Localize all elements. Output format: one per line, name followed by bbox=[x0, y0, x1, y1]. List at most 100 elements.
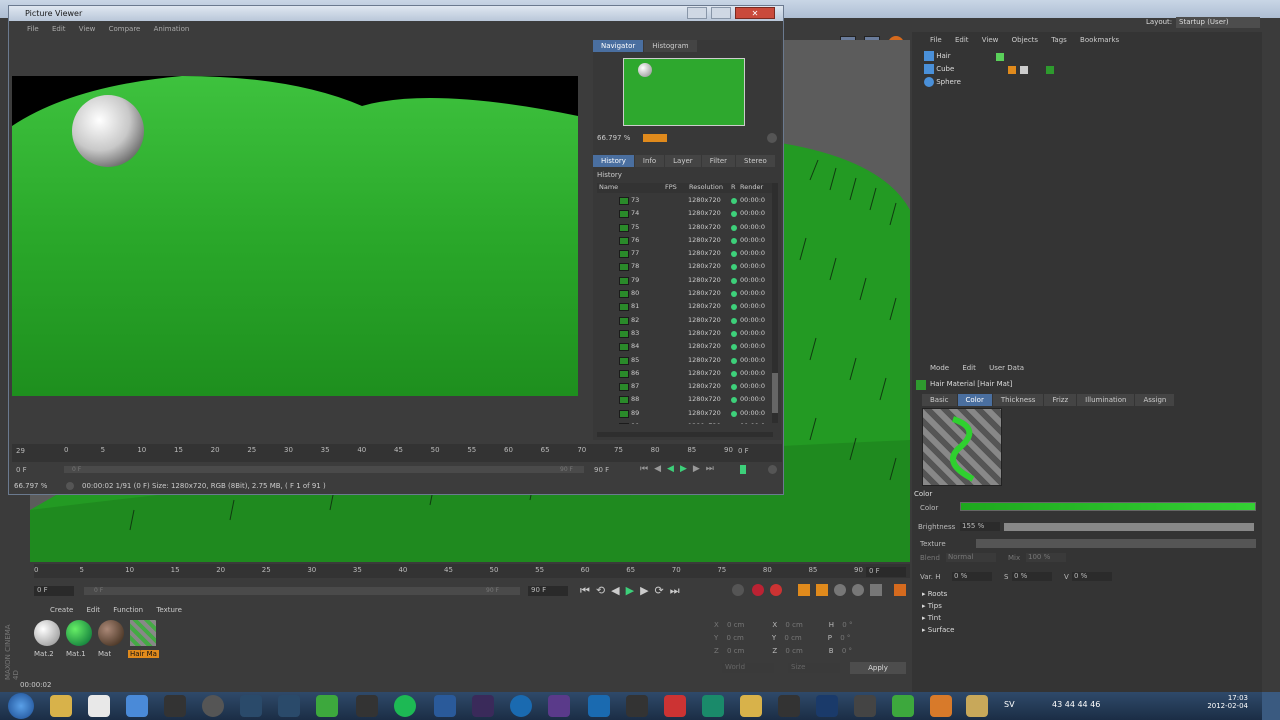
brightness-field[interactable]: 155 % bbox=[960, 522, 1000, 531]
status-zoom[interactable]: 66.797 % bbox=[14, 482, 47, 490]
column-resolution[interactable]: Resolution bbox=[689, 183, 723, 191]
position-z-field[interactable]: 0 cm bbox=[727, 647, 744, 655]
tab-color[interactable]: Color bbox=[957, 394, 992, 406]
history-row[interactable]: 79 1280x720 00:00:0 bbox=[593, 274, 769, 287]
explorer-icon[interactable] bbox=[50, 695, 72, 717]
tab-illumination[interactable]: Illumination bbox=[1077, 394, 1135, 406]
next-key-icon[interactable]: ⟳ bbox=[655, 584, 670, 597]
blend-dropdown[interactable]: Normal bbox=[946, 553, 996, 562]
texture-field[interactable] bbox=[976, 539, 1256, 548]
viewer-max-frame[interactable]: 90 F bbox=[594, 466, 609, 474]
calculator-icon[interactable] bbox=[164, 695, 186, 717]
app-icon[interactable] bbox=[740, 695, 762, 717]
object-row-cube[interactable]: Cube bbox=[918, 63, 1058, 76]
keyframe-selection-icon[interactable] bbox=[770, 584, 782, 596]
object-row-hair[interactable]: Hair bbox=[918, 50, 1058, 63]
tab-history[interactable]: History bbox=[593, 155, 634, 167]
app-icon[interactable] bbox=[356, 695, 378, 717]
app-icon[interactable] bbox=[892, 695, 914, 717]
app-icon[interactable] bbox=[626, 695, 648, 717]
go-end-icon[interactable]: ⏭ bbox=[706, 464, 720, 474]
section-surface[interactable]: ▸ Surface bbox=[922, 624, 954, 636]
zoom-slider[interactable] bbox=[643, 134, 667, 142]
attr-menu-mode[interactable]: Mode bbox=[930, 364, 949, 372]
position-x-field[interactable]: 0 cm bbox=[727, 621, 744, 629]
position-y-field[interactable]: 0 cm bbox=[727, 634, 744, 642]
go-end-icon[interactable]: ⏭ bbox=[670, 584, 686, 597]
tab-thickness[interactable]: Thickness bbox=[992, 394, 1044, 406]
pv-menu-view[interactable]: View bbox=[79, 25, 96, 33]
app-icon[interactable] bbox=[126, 695, 148, 717]
cinema4d-alt-icon[interactable] bbox=[278, 695, 300, 717]
after-effects-icon[interactable] bbox=[472, 695, 494, 717]
size-z-field[interactable]: 0 cm bbox=[785, 647, 802, 655]
go-start-icon[interactable]: ⏮ bbox=[580, 584, 596, 597]
history-row[interactable]: 86 1280x720 00:00:0 bbox=[593, 367, 769, 380]
pv-menu-compare[interactable]: Compare bbox=[109, 25, 141, 33]
mat-menu-edit[interactable]: Edit bbox=[87, 606, 101, 614]
om-menu-edit[interactable]: Edit bbox=[955, 36, 969, 44]
history-hscrollbar[interactable] bbox=[597, 432, 773, 437]
c4d-range-slider[interactable]: 0 F bbox=[84, 587, 520, 595]
navigator-thumbnail[interactable] bbox=[623, 58, 745, 126]
timeline-menu-icon[interactable] bbox=[894, 584, 906, 596]
column-fps[interactable]: FPS bbox=[665, 183, 677, 191]
size-y-field[interactable]: 0 cm bbox=[784, 634, 801, 642]
history-row[interactable]: 76 1280x720 00:00:0 bbox=[593, 234, 769, 247]
record-key-icon[interactable] bbox=[732, 584, 744, 596]
c4d-max-frame[interactable]: 90 F bbox=[528, 586, 568, 596]
tab-basic[interactable]: Basic bbox=[922, 394, 957, 406]
var-v-field[interactable]: 0 % bbox=[1072, 572, 1112, 581]
history-row[interactable]: 89 1280x720 00:00:0 bbox=[593, 407, 769, 420]
history-row[interactable]: 84 1280x720 00:00:0 bbox=[593, 340, 769, 353]
c4d-timeline[interactable]: 0 5 10 15 20 25 30 35 40 45 50 55 60 65 70 75 80 85 90 bbox=[34, 564, 910, 578]
prev-frame-icon[interactable]: ◀ bbox=[654, 464, 667, 474]
tab-filter[interactable]: Filter bbox=[701, 155, 736, 167]
column-render[interactable]: Render bbox=[740, 183, 763, 191]
attr-menu-userdata[interactable]: User Data bbox=[989, 364, 1024, 372]
material-ball-mat1[interactable] bbox=[66, 620, 92, 646]
close-button[interactable]: ✕ bbox=[735, 7, 775, 19]
app-icon[interactable] bbox=[854, 695, 876, 717]
tab-histogram[interactable]: Histogram bbox=[644, 40, 697, 52]
var-h-field[interactable]: 0 % bbox=[952, 572, 992, 581]
attr-menu-edit[interactable]: Edit bbox=[962, 364, 976, 372]
tab-assign[interactable]: Assign bbox=[1135, 394, 1175, 406]
play-reverse-icon[interactable]: ◀ bbox=[667, 464, 680, 474]
play-icon[interactable]: ▶ bbox=[626, 584, 640, 597]
history-row[interactable]: 83 1280x720 00:00:0 bbox=[593, 327, 769, 340]
column-name[interactable]: Name bbox=[599, 183, 618, 191]
play-icon[interactable]: ▶ bbox=[680, 464, 693, 474]
app-icon[interactable] bbox=[510, 695, 532, 717]
zoom-reset-icon[interactable] bbox=[767, 133, 777, 143]
loop-icon[interactable] bbox=[768, 465, 777, 474]
history-row[interactable]: 85 1280x720 00:00:0 bbox=[593, 354, 769, 367]
history-row[interactable]: 74 1280x720 00:00:0 bbox=[593, 207, 769, 220]
history-row[interactable]: 78 1280x720 00:00:0 bbox=[593, 260, 769, 273]
section-tint[interactable]: ▸ Tint bbox=[922, 612, 954, 624]
history-row[interactable]: 80 1280x720 00:00:0 bbox=[593, 287, 769, 300]
object-row-sphere[interactable]: Sphere bbox=[918, 76, 1058, 89]
rotation-key-icon[interactable] bbox=[834, 584, 846, 596]
pv-menu-edit[interactable]: Edit bbox=[52, 25, 66, 33]
picture-viewer-titlebar[interactable]: Picture Viewer ✕ bbox=[9, 6, 783, 21]
history-row[interactable]: 90 1280x720 00:00:0 bbox=[593, 420, 769, 424]
om-menu-file[interactable]: File bbox=[930, 36, 942, 44]
app-icon[interactable] bbox=[588, 695, 610, 717]
tab-navigator[interactable]: Navigator bbox=[593, 40, 644, 52]
prev-frame-icon[interactable]: ◀ bbox=[611, 584, 625, 597]
tab-info[interactable]: Info bbox=[634, 155, 665, 167]
om-menu-objects[interactable]: Objects bbox=[1012, 36, 1038, 44]
var-s-field[interactable]: 0 % bbox=[1012, 572, 1052, 581]
hair-tag-icon[interactable] bbox=[996, 53, 1004, 61]
pv-menu-file[interactable]: File bbox=[27, 25, 39, 33]
viewer-range-slider[interactable]: 0 F bbox=[64, 466, 584, 473]
history-row[interactable]: 81 1280x720 00:00:0 bbox=[593, 300, 769, 313]
om-menu-bookmarks[interactable]: Bookmarks bbox=[1080, 36, 1119, 44]
apply-button[interactable]: Apply bbox=[850, 662, 906, 674]
clock[interactable]: 17:03 2012-02-04 bbox=[1200, 694, 1248, 710]
pla-key-icon[interactable] bbox=[870, 584, 882, 596]
size-mode-dropdown[interactable]: Size bbox=[788, 663, 840, 673]
mix-field[interactable]: 100 % bbox=[1026, 553, 1066, 562]
maximize-button[interactable] bbox=[711, 7, 731, 19]
